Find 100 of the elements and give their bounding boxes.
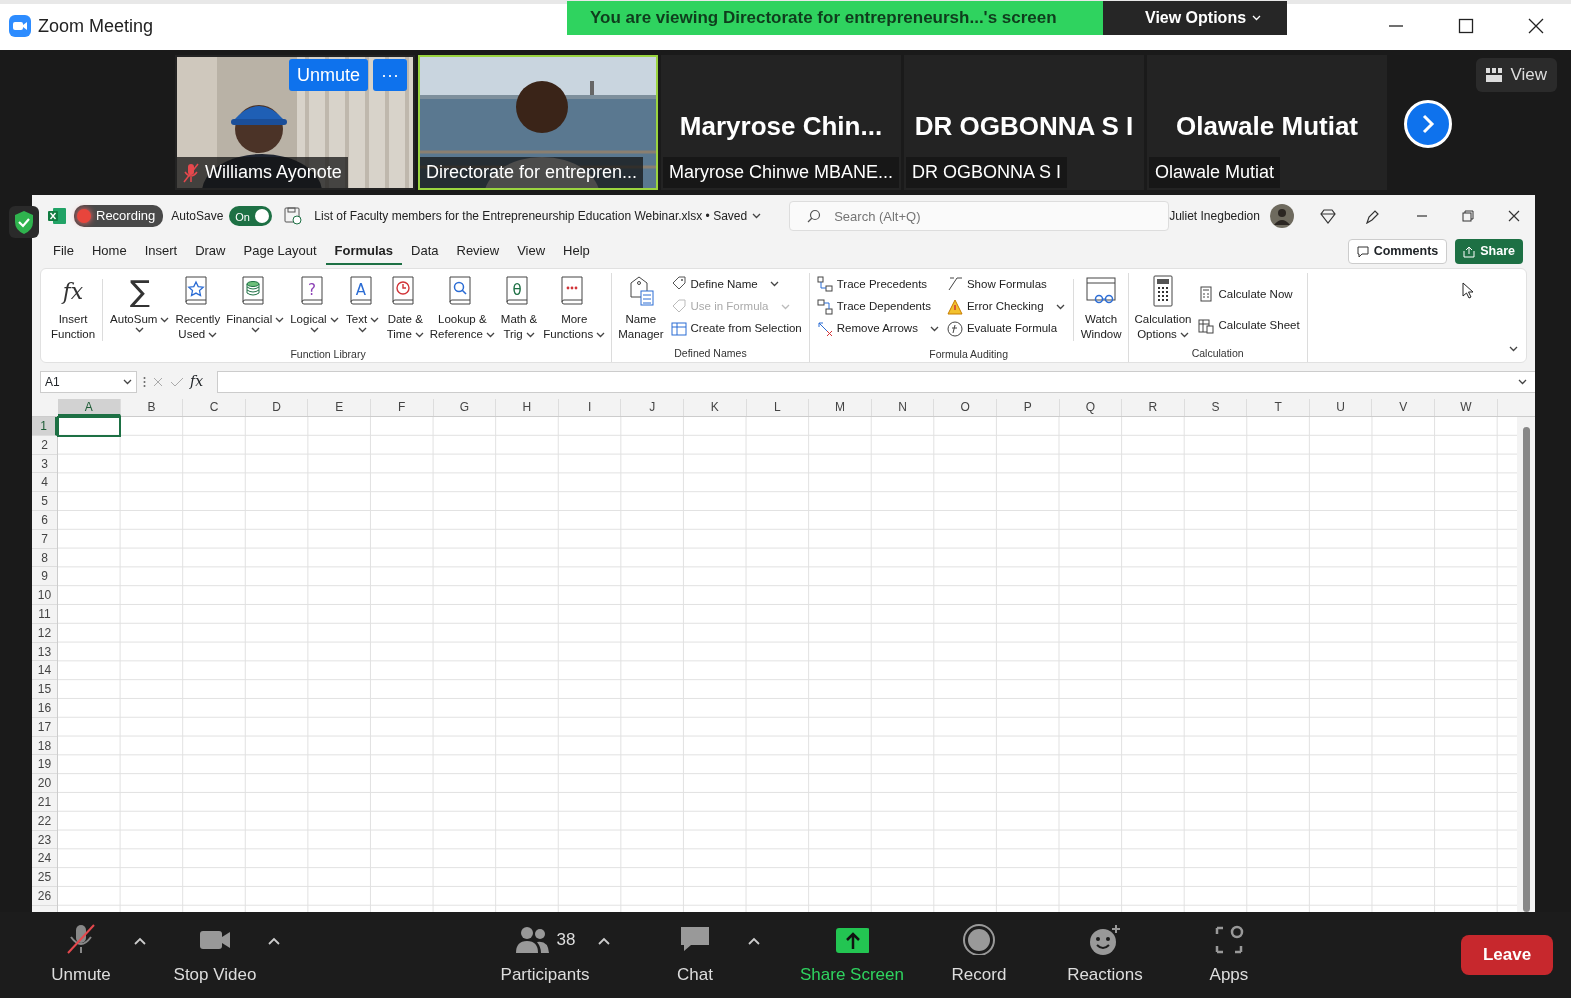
column-header[interactable]: F [370, 399, 434, 416]
restore-icon[interactable] [1459, 208, 1476, 225]
ribbon-button[interactable]: ? Logical [288, 272, 341, 333]
scrollbar-thumb[interactable] [1522, 427, 1530, 912]
row-header[interactable]: 8 [32, 548, 57, 568]
view-options-button[interactable]: View Options [1103, 1, 1287, 35]
ribbon-button[interactable]: Evaluate Formula [943, 319, 1068, 339]
ribbon-tab[interactable]: Draw [186, 237, 235, 266]
column-header[interactable]: C [183, 399, 246, 416]
column-header[interactable]: V [1372, 399, 1436, 416]
column-header[interactable]: O [934, 399, 997, 416]
toolbar-button[interactable]: Chat [650, 922, 740, 988]
caret-icon[interactable] [485, 331, 495, 338]
more-options-icon[interactable] [143, 375, 146, 388]
ribbon-tab[interactable]: Formulas [325, 237, 403, 266]
caret-icon[interactable] [414, 331, 424, 338]
ribbon-button[interactable]: θ Math & Trig [498, 272, 540, 342]
caret-icon[interactable] [135, 326, 145, 333]
ribbon-button[interactable]: Show Formulas [943, 274, 1068, 294]
ribbon-button[interactable]: Define Name [667, 274, 805, 294]
name-box[interactable]: A1 [40, 370, 137, 393]
row-header[interactable]: 10 [32, 586, 57, 605]
caret-icon[interactable] [123, 378, 132, 385]
row-header[interactable]: 26 [32, 886, 57, 906]
caret-icon[interactable] [1179, 331, 1189, 338]
row-header[interactable]: 25 [32, 868, 57, 887]
save-icon[interactable] [284, 207, 303, 226]
row-header[interactable]: 5 [32, 492, 57, 511]
row-header[interactable]: 1 [32, 417, 57, 436]
unmute-button[interactable]: Unmute [289, 59, 368, 91]
ribbon-button[interactable]: More Functions [541, 272, 608, 342]
column-header[interactable]: U [1309, 399, 1373, 416]
column-header[interactable]: H [496, 399, 559, 416]
leave-button[interactable]: Leave [1461, 935, 1553, 975]
row-header[interactable]: 14 [32, 661, 57, 681]
maximize-icon[interactable] [1458, 18, 1474, 34]
row-header[interactable]: 2 [32, 435, 57, 455]
caret-icon[interactable] [929, 325, 939, 332]
ribbon-button[interactable]: Trace Dependents [813, 296, 942, 317]
ribbon-tab[interactable]: View [508, 237, 555, 266]
caret-icon[interactable] [525, 331, 535, 338]
row-header[interactable]: 15 [32, 680, 57, 699]
row-header[interactable]: 3 [32, 454, 57, 474]
caret-icon[interactable] [1518, 378, 1527, 385]
caret-icon[interactable] [329, 316, 339, 323]
row-header[interactable]: 9 [32, 567, 57, 587]
ribbon-tab[interactable]: Review [447, 237, 509, 266]
caret-icon[interactable] [1055, 303, 1065, 310]
toolbar-button[interactable]: 38 Participants [500, 922, 590, 988]
row-header[interactable]: 23 [32, 830, 57, 850]
collapse-ribbon-icon[interactable] [1509, 345, 1518, 352]
column-header[interactable]: G [433, 399, 497, 416]
ribbon-button[interactable]: fx Insert Function [49, 272, 98, 342]
document-title[interactable]: List of Faculty members for the Entrepreneurship Education Webinar.xlsx • Saved [314, 207, 748, 226]
column-header[interactable]: D [245, 399, 309, 416]
search-field[interactable]: Search (Alt+Q) [789, 201, 1170, 232]
ribbon-button[interactable]: Create from Selection [667, 319, 805, 339]
column-header[interactable]: A [58, 399, 121, 416]
ribbon-tab[interactable]: Data [402, 237, 448, 266]
column-header[interactable]: R [1122, 399, 1185, 416]
toolbar-button[interactable]: Reactions [1059, 922, 1150, 988]
autosave-toggle[interactable]: On [229, 206, 273, 227]
diamond-icon[interactable] [1319, 208, 1336, 225]
ribbon-button[interactable]: Trace Precedents [813, 274, 942, 294]
row-header[interactable]: 24 [32, 849, 57, 869]
ribbon-button[interactable]: Date & Time [384, 272, 426, 342]
toolbar-button[interactable]: Apps [1183, 922, 1274, 988]
ribbon-tab[interactable]: File [44, 237, 83, 266]
column-header[interactable]: W [1435, 399, 1498, 416]
ribbon-tab[interactable]: Help [554, 237, 599, 266]
caret-icon[interactable] [596, 331, 606, 338]
row-header[interactable]: 4 [32, 473, 57, 493]
toolbar-button[interactable]: Record [933, 922, 1024, 988]
close-icon[interactable] [1528, 18, 1544, 34]
share-button[interactable]: Share [1455, 239, 1523, 264]
column-header[interactable]: E [308, 399, 371, 416]
avatar-icon[interactable] [1269, 204, 1294, 229]
ribbon-button[interactable]: Remove Arrows [813, 319, 942, 339]
row-header[interactable]: 6 [32, 511, 57, 530]
ribbon-button[interactable]: Calculate Sheet [1195, 315, 1303, 336]
row-header[interactable]: 11 [32, 604, 57, 624]
column-header[interactable]: J [621, 399, 684, 416]
row-header[interactable]: 16 [32, 698, 57, 718]
column-header[interactable]: Q [1059, 399, 1123, 416]
view-button[interactable]: View [1476, 58, 1557, 92]
toolbar-button[interactable]: Unmute [36, 922, 126, 988]
caret-icon[interactable] [275, 316, 285, 323]
more-button[interactable]: ··· [373, 59, 407, 91]
ribbon-button[interactable]: Financial [224, 272, 287, 333]
column-header[interactable]: S [1184, 399, 1248, 416]
row-header[interactable]: 20 [32, 774, 57, 793]
check-icon[interactable] [170, 375, 184, 388]
column-header[interactable]: B [120, 399, 184, 416]
ribbon-tab[interactable]: Page Layout [234, 237, 326, 266]
row-header[interactable]: 13 [32, 642, 57, 662]
caret-icon[interactable] [160, 316, 170, 323]
ribbon-tab[interactable]: Home [82, 237, 136, 266]
row-header[interactable]: 12 [32, 623, 57, 643]
toolbar-button[interactable]: Share Screen [800, 922, 904, 988]
ribbon-button[interactable]: ∑ AutoSum [108, 272, 172, 333]
